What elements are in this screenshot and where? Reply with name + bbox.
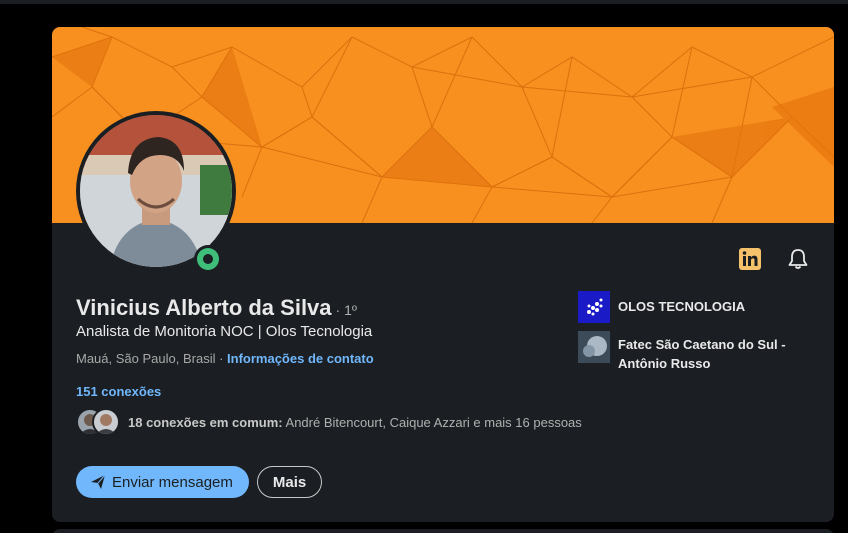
olos-logo	[578, 291, 610, 323]
more-button[interactable]: Mais	[256, 466, 323, 498]
name-row: Vinicius Alberto da Silva · 1º	[76, 295, 357, 321]
org-item-fatec[interactable]: Fatec São Caetano do Sul - Antônio Russo	[578, 331, 818, 373]
org-item-olos[interactable]: OLOS TECNOLOGIA	[578, 291, 818, 323]
online-status-icon	[194, 245, 222, 273]
profile-headline: Analista de Monitoria NOC | Olos Tecnolo…	[76, 323, 373, 340]
send-message-label: Enviar mensagem	[112, 473, 233, 491]
profile-card: Vinicius Alberto da Silva · 1º Analista …	[52, 27, 834, 522]
contact-info-link[interactable]: Informações de contato	[227, 351, 374, 366]
location-text: Mauá, São Paulo, Brasil	[76, 351, 216, 366]
mutual-avatar	[92, 408, 120, 436]
mutual-count: 18 conexões em comum:	[128, 414, 283, 430]
location-row: Mauá, São Paulo, Brasil · Informações de…	[76, 351, 374, 366]
send-message-button[interactable]: Enviar mensagem	[76, 466, 249, 498]
bell-icon[interactable]	[784, 245, 812, 273]
send-icon	[91, 474, 106, 489]
org-name: Fatec São Caetano do Sul - Antônio Russo	[618, 337, 786, 371]
mutual-connections[interactable]: 18 conexões em comum: André Bitencourt, …	[76, 407, 582, 437]
next-card	[52, 529, 834, 533]
organizations-list: OLOS TECNOLOGIA Fatec São Caetano do Sul…	[578, 291, 818, 381]
profile-name: Vinicius Alberto da Silva	[76, 295, 332, 320]
profile-actions: Enviar mensagem Mais	[76, 466, 323, 498]
mutual-avatars	[76, 407, 124, 437]
top-divider	[0, 0, 848, 4]
more-label: Mais	[272, 473, 307, 491]
fatec-logo	[578, 331, 610, 363]
location-separator: ·	[215, 351, 228, 366]
connections-link[interactable]: 151 conexões	[76, 384, 161, 399]
org-name: OLOS TECNOLOGIA	[618, 299, 746, 314]
linkedin-icon[interactable]	[736, 245, 764, 273]
connection-degree: · 1º	[335, 302, 357, 318]
mutual-names: André Bitencourt, Caique Azzari e mais 1…	[282, 414, 582, 430]
